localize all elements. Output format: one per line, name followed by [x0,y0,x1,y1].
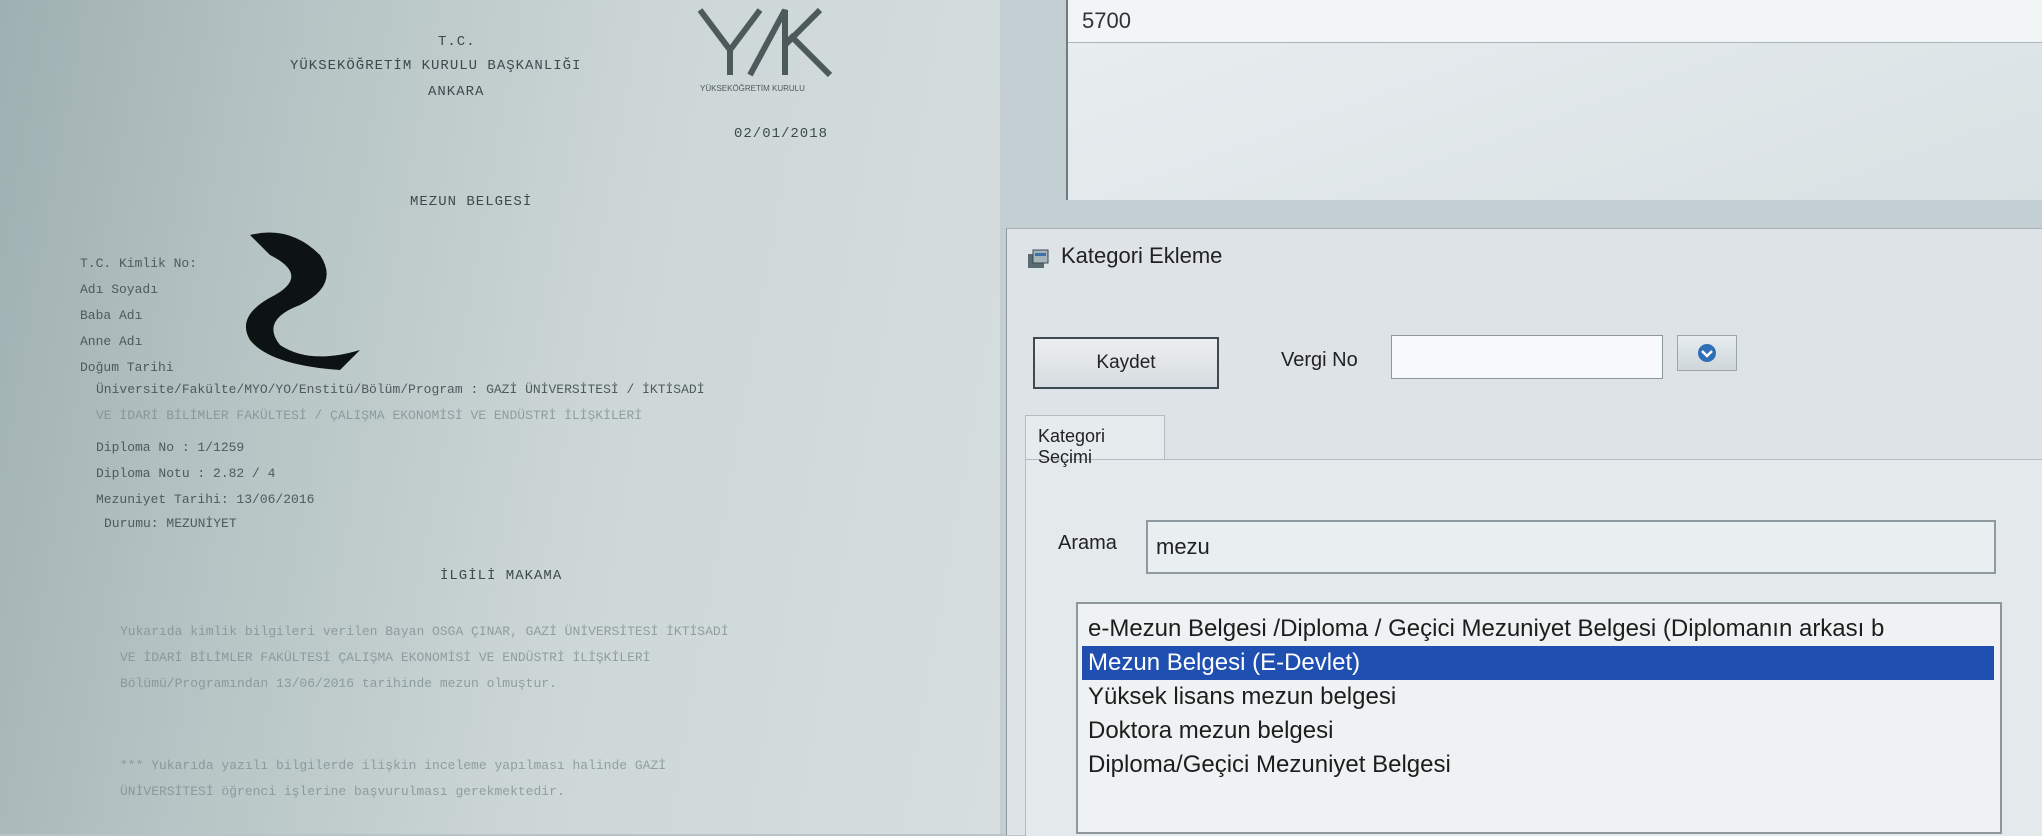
doc-field-name: Adı Soyadı [80,282,159,297]
background-field-value: 5700 [1082,8,1131,33]
doc-diploma-no: Diploma No : 1/1259 [96,440,245,455]
vergi-lookup-button[interactable] [1677,335,1737,371]
save-button[interactable]: Kaydet [1033,337,1219,389]
tab-kategori-secimi[interactable]: Kategori Seçimi [1025,415,1165,467]
doc-title: MEZUN BELGESİ [410,194,533,210]
doc-program-line1: Üniversite/Fakülte/MYO/YO/Enstitü/Bölüm/… [96,382,705,397]
window-form-icon [1028,249,1049,268]
list-item[interactable]: Diploma/Geçici Mezuniyet Belgesi [1082,748,1994,782]
doc-body-line3: Bölümü/Programından 13/06/2016 tarihinde… [120,676,557,691]
background-text-field[interactable]: 5700 [1068,0,2042,43]
vergi-no-input[interactable] [1391,335,1663,379]
svg-text:YÜKSEKÖĞRETİM KURULU: YÜKSEKÖĞRETİM KURULU [700,84,805,93]
list-item[interactable]: e-Mezun Belgesi /Diploma / Geçici Mezuni… [1082,612,1994,646]
doc-body-line2: VE İDARİ BİLİMLER FAKÜLTESİ ÇALIŞMA EKON… [120,650,651,665]
doc-header-institution: YÜKSEKÖĞRETİM KURULU BAŞKANLIĞI [290,58,582,74]
doc-durum: Durumu: MEZUNİYET [104,516,237,531]
doc-header-city: ANKARA [428,84,485,100]
lookup-icon [1698,344,1716,362]
doc-field-father: Baba Adı [80,308,143,323]
vergi-no-label: Vergi No [1281,349,1358,371]
list-item-selected[interactable]: Mezun Belgesi (E-Devlet) [1082,646,1994,680]
arama-search-input[interactable]: mezu [1146,520,1996,574]
doc-field-mother: Anne Adı [80,334,143,349]
printed-document: T.C. YÜKSEKÖĞRETİM KURULU BAŞKANLIĞI ANK… [0,0,1000,834]
doc-field-tc: T.C. Kimlik No: [80,256,198,271]
doc-date: 02/01/2018 [734,126,829,142]
doc-diploma-notu: Diploma Notu : 2.82 / 4 [96,466,276,481]
arama-label: Arama [1058,532,1117,554]
background-form-panel: 5700 [1066,0,2042,200]
yok-logo-icon: YÜKSEKÖĞRETİM KURULU [697,7,833,93]
list-item[interactable]: Doktora mezun belgesi [1082,714,1994,748]
doc-program-line2: VE İDARİ BİLİMLER FAKÜLTESİ / ÇALIŞMA EK… [96,408,643,423]
doc-header-tc: T.C. [438,34,476,50]
redaction-mark [245,232,360,370]
doc-mezuniyet-tarihi: Mezuniyet Tarihi: 13/06/2016 [96,492,315,507]
kategori-listbox[interactable]: e-Mezun Belgesi /Diploma / Geçici Mezuni… [1076,602,2002,834]
arama-search-value: mezu [1156,534,1210,559]
doc-ilgili: İLGİLİ MAKAMA [440,568,563,584]
doc-field-birth: Doğum Tarihi [80,360,174,375]
list-item[interactable]: Yüksek lisans mezun belgesi [1082,680,1994,714]
monitor-screen: 5700 Kategori Ekleme Kaydet Vergi No Kat… [1000,0,2042,836]
doc-body-line1: Yukarıda kimlik bilgileri verilen Bayan … [120,624,729,639]
window-title: Kategori Ekleme [1061,243,1223,268]
doc-note-line1: *** Yukarıda yazılı bilgilerde ilişkin i… [120,758,667,773]
doc-note-line2: ÜNİVERSİTESİ öğrenci işlerine başvurulma… [120,784,565,799]
